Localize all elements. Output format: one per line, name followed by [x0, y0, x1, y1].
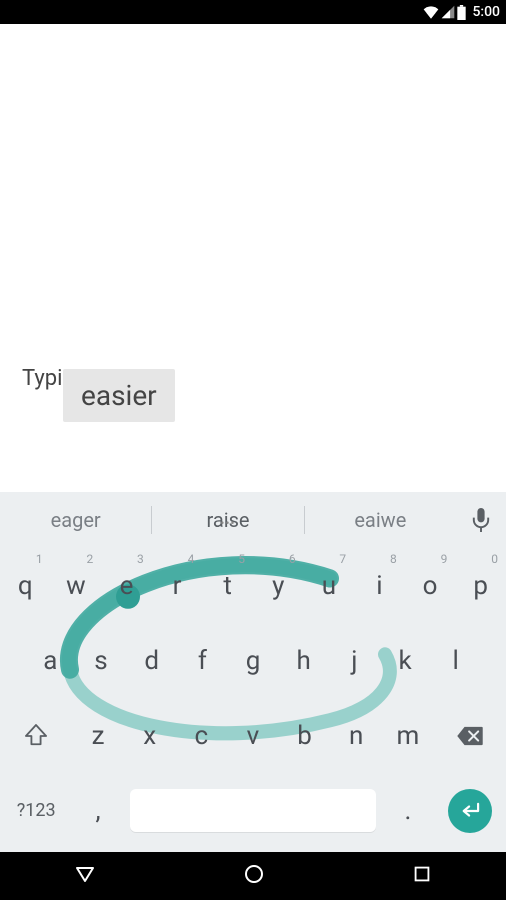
- back-icon: [73, 862, 97, 886]
- app-content: Typing is easier: [0, 24, 506, 492]
- key-row-2: a s d f g h j k l: [0, 623, 506, 698]
- comma-key[interactable]: ,: [72, 773, 124, 848]
- key-c[interactable]: c: [176, 698, 228, 773]
- nav-back-button[interactable]: [73, 862, 97, 890]
- voice-input-button[interactable]: [456, 508, 506, 532]
- word-suggestion-popup[interactable]: easier: [63, 369, 175, 422]
- key-i[interactable]: 8i: [354, 548, 405, 623]
- period-key[interactable]: .: [382, 773, 434, 848]
- key-z[interactable]: z: [72, 698, 124, 773]
- more-suggestions-icon: •••: [220, 516, 235, 530]
- android-status-bar: 5:00: [0, 0, 506, 24]
- home-icon: [242, 862, 266, 886]
- popup-word: easier: [81, 379, 157, 412]
- shift-icon: [25, 724, 47, 748]
- key-b[interactable]: b: [279, 698, 331, 773]
- key-m[interactable]: m: [382, 698, 434, 773]
- suggestion-strip: eager raise ••• eaiwe: [0, 492, 506, 548]
- backspace-icon: [456, 726, 484, 746]
- wifi-icon: [423, 5, 439, 19]
- key-row-1: 1q 2w 3e 4r 5t 6y 7u 8i 9o 0p: [0, 548, 506, 623]
- suggestion-left[interactable]: eager: [0, 508, 151, 532]
- key-s[interactable]: s: [76, 623, 127, 698]
- suggestion-center[interactable]: raise •••: [152, 508, 303, 532]
- key-a[interactable]: a: [25, 623, 76, 698]
- key-y[interactable]: 6y: [253, 548, 304, 623]
- key-t[interactable]: 5t: [202, 548, 253, 623]
- key-x[interactable]: x: [124, 698, 176, 773]
- soft-keyboard: eager raise ••• eaiwe 1q 2w 3e 4r 5t 6y …: [0, 492, 506, 852]
- enter-icon: [459, 802, 481, 820]
- key-g[interactable]: g: [228, 623, 279, 698]
- symbols-key[interactable]: ?123: [0, 773, 72, 848]
- key-row-4: ?123 , .: [0, 773, 506, 848]
- key-row-3: z x c v b n m: [0, 698, 506, 773]
- key-f[interactable]: f: [177, 623, 228, 698]
- key-u[interactable]: 7u: [304, 548, 355, 623]
- key-e[interactable]: 3e: [101, 548, 152, 623]
- microphone-icon: [472, 508, 490, 532]
- key-k[interactable]: k: [380, 623, 431, 698]
- key-n[interactable]: n: [330, 698, 382, 773]
- recents-icon: [411, 863, 433, 885]
- key-q[interactable]: 1q: [0, 548, 51, 623]
- key-r[interactable]: 4r: [152, 548, 203, 623]
- key-p[interactable]: 0p: [455, 548, 506, 623]
- key-o[interactable]: 9o: [405, 548, 456, 623]
- suggestion-right[interactable]: eaiwe: [305, 508, 456, 532]
- battery-icon: [457, 5, 466, 20]
- android-nav-bar: [0, 852, 506, 900]
- space-key[interactable]: [124, 773, 382, 848]
- key-v[interactable]: v: [227, 698, 279, 773]
- nav-home-button[interactable]: [242, 862, 266, 890]
- enter-key[interactable]: [434, 773, 506, 848]
- shift-key[interactable]: [0, 698, 72, 773]
- key-h[interactable]: h: [278, 623, 329, 698]
- backspace-key[interactable]: [434, 698, 506, 773]
- key-d[interactable]: d: [126, 623, 177, 698]
- nav-recents-button[interactable]: [411, 863, 433, 889]
- key-w[interactable]: 2w: [51, 548, 102, 623]
- key-l[interactable]: l: [430, 623, 481, 698]
- key-j[interactable]: j: [329, 623, 380, 698]
- status-time: 5:00: [472, 4, 500, 20]
- cell-signal-icon: [441, 5, 455, 19]
